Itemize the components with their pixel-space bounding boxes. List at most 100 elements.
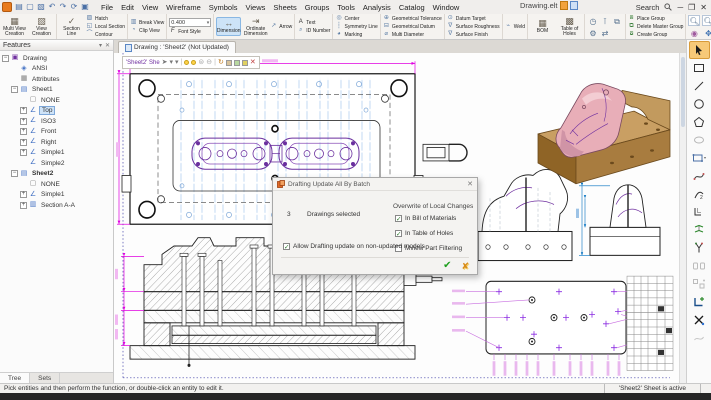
- canvas-vertical-scrollbar[interactable]: [679, 53, 686, 383]
- dialog-title-bar[interactable]: Drafting Update All By Batch ✕: [273, 178, 477, 191]
- arrow-button[interactable]: ↗Arrow: [270, 23, 292, 30]
- profile-tool-button[interactable]: [689, 149, 710, 167]
- table-of-holes-button[interactable]: ▩Table of Holes: [557, 16, 582, 38]
- multi-view-creation-button[interactable]: ▦Multi View Creation: [2, 16, 27, 38]
- checkbox-allow-update[interactable]: ✓Allow Drafting update on non-updated mo…: [283, 243, 425, 250]
- break-view-button[interactable]: ▥Break View: [130, 19, 164, 26]
- expand-toggle[interactable]: +: [20, 118, 27, 125]
- frame-icon[interactable]: ▣: [80, 2, 90, 12]
- checkbox-table-of-holes[interactable]: ✓In Table of Holes: [395, 230, 453, 237]
- trim-tool-button[interactable]: [689, 239, 710, 257]
- lightbulb-on-icon[interactable]: [184, 60, 189, 65]
- pan-icon-button[interactable]: ✥: [702, 27, 711, 38]
- menu-sheets[interactable]: Sheets: [269, 3, 300, 12]
- ghost-mini-icon[interactable]: ⊜: [198, 57, 204, 69]
- tab-sets[interactable]: Sets: [30, 373, 60, 383]
- ok-button[interactable]: ✔: [443, 261, 451, 271]
- datum-target-button[interactable]: ⊙Datum Target: [447, 15, 500, 22]
- expand-toggle[interactable]: +: [20, 128, 27, 135]
- expand-toggle[interactable]: +: [20, 191, 27, 198]
- style-chip-icon[interactable]: [226, 60, 232, 66]
- search-icon[interactable]: [664, 3, 672, 11]
- close-mini-icon[interactable]: ✕: [250, 57, 256, 69]
- zoom-out-icon-button[interactable]: 🔍︎: [702, 15, 711, 26]
- tree-item-simple2[interactable]: ∠Simple2: [2, 158, 113, 169]
- construction-tool-button[interactable]: [689, 311, 710, 329]
- display-mini-icon[interactable]: ▾: [175, 57, 179, 69]
- style-chip2-icon[interactable]: [234, 60, 240, 66]
- menu-view[interactable]: View: [138, 3, 162, 12]
- tree-item-right[interactable]: +∠Right: [2, 137, 113, 148]
- zoom-in-icon-button[interactable]: 🔍︎: [688, 15, 700, 26]
- menu-tools[interactable]: Tools: [333, 3, 359, 12]
- scale-combo[interactable]: 0.400▾: [169, 18, 211, 27]
- create-group-button[interactable]: ⧇Create Group: [628, 31, 683, 38]
- polygon-tool-button[interactable]: [689, 113, 710, 131]
- minimize-button[interactable]: ─: [677, 3, 683, 12]
- save-icon[interactable]: ▤: [14, 2, 24, 12]
- id-number-button[interactable]: ⌕ID Number: [297, 27, 330, 34]
- update-views-icon-button[interactable]: ◷: [587, 15, 599, 26]
- undo-icon[interactable]: ↶: [47, 2, 57, 12]
- local-section-button[interactable]: ◱Local Section: [86, 23, 125, 30]
- menu-views[interactable]: Views: [242, 3, 270, 12]
- geometrical-tolerance-button[interactable]: ⊕Geometrical Tolerance: [383, 15, 442, 22]
- ordinate-dimension-button[interactable]: ⇥Ordinate Dimension: [243, 16, 268, 38]
- tree-item-sheet2[interactable]: −▤Sheet2: [2, 169, 113, 180]
- tree-item-attributes[interactable]: ▦Attributes: [2, 74, 113, 85]
- font-style-button[interactable]: FFont Style: [169, 28, 211, 35]
- menu-catalog[interactable]: Catalog: [395, 3, 429, 12]
- style-chip3-icon[interactable]: [242, 60, 248, 66]
- dialog-close-button[interactable]: ✕: [467, 180, 473, 188]
- expand-toggle[interactable]: +: [20, 107, 27, 114]
- zoom-selection-icon-button[interactable]: ◉: [688, 27, 700, 38]
- expand-toggle[interactable]: −: [11, 86, 18, 93]
- place-group-button[interactable]: ⧈Place Group: [628, 15, 683, 22]
- view-creation-button[interactable]: ▧View Creation: [29, 16, 54, 38]
- drawing-canvas[interactable]: 'Sheet2' She ➤ ▾ ▾ | ⊜ ⊖ | ↻ ✕: [114, 53, 686, 383]
- bom-button[interactable]: ▦BOM: [530, 18, 555, 35]
- panel-close-icon[interactable]: ✕: [105, 42, 110, 49]
- tree-item-iso3[interactable]: +∠ISO3: [2, 116, 113, 127]
- menu-symbols[interactable]: Symbols: [205, 3, 242, 12]
- cursor-mini-icon[interactable]: ➤: [162, 57, 168, 69]
- dimension-button[interactable]: ↔Dimension: [216, 17, 241, 36]
- checkbox-bill-of-materials[interactable]: ✓In Bill of Materials: [395, 215, 456, 222]
- settings-icon-button[interactable]: ⚙: [587, 27, 599, 38]
- marking-button[interactable]: ◕Marking: [335, 31, 377, 38]
- menu-window[interactable]: Window: [429, 3, 464, 12]
- symmetry-line-button[interactable]: ┆Symmetry Line: [335, 23, 377, 30]
- restore-button[interactable]: ❐: [688, 3, 695, 12]
- geometrical-datum-button[interactable]: ⊟Geometrical Datum: [383, 23, 442, 30]
- curve-degree-tool-button[interactable]: 2: [689, 185, 710, 203]
- expand-toggle[interactable]: −: [11, 170, 18, 177]
- menu-analysis[interactable]: Analysis: [359, 3, 395, 12]
- refresh-mini-icon[interactable]: ↻: [218, 57, 224, 69]
- tab-tree[interactable]: Tree: [0, 373, 30, 383]
- close-button[interactable]: ✕: [700, 3, 707, 12]
- document-tab[interactable]: Drawing : 'Sheet2' (Not Updated): [118, 41, 236, 53]
- tree-item-ansi[interactable]: ◈ANSI: [2, 64, 113, 75]
- contour-button[interactable]: ⌒Contour: [86, 31, 125, 38]
- clip-view-button[interactable]: ◔Clip View: [130, 27, 164, 34]
- expand-toggle[interactable]: +: [20, 139, 27, 146]
- freeform-tool-button[interactable]: [689, 329, 710, 347]
- swap-icon-button[interactable]: ⇄: [599, 27, 611, 38]
- lock-mini-icon[interactable]: ⊖: [206, 57, 212, 69]
- center-button[interactable]: ◎Center: [335, 15, 377, 22]
- redo-icon[interactable]: ↷: [58, 2, 68, 12]
- open-icon[interactable]: ▢: [25, 2, 35, 12]
- line-tool-button[interactable]: [689, 77, 710, 95]
- ellipse-tool-button[interactable]: [689, 131, 710, 149]
- tree-item-none1[interactable]: ▢NONE: [2, 95, 113, 106]
- circle-tool-button[interactable]: [689, 95, 710, 113]
- tree-item-simple1[interactable]: +∠Simple1: [2, 148, 113, 159]
- tree-item-none2[interactable]: ▢NONE: [2, 179, 113, 190]
- tree-item-front[interactable]: +∠Front: [2, 127, 113, 138]
- mirror-tool-button[interactable]: [689, 257, 710, 275]
- delete-master-group-button[interactable]: ⧉Delete Master Group: [628, 23, 683, 30]
- menu-file[interactable]: File: [97, 3, 117, 12]
- menu-wireframe[interactable]: Wireframe: [162, 3, 205, 12]
- weld-button[interactable]: ⌁Weld: [505, 23, 525, 30]
- pin-view-icon-button[interactable]: ⊺: [599, 15, 611, 26]
